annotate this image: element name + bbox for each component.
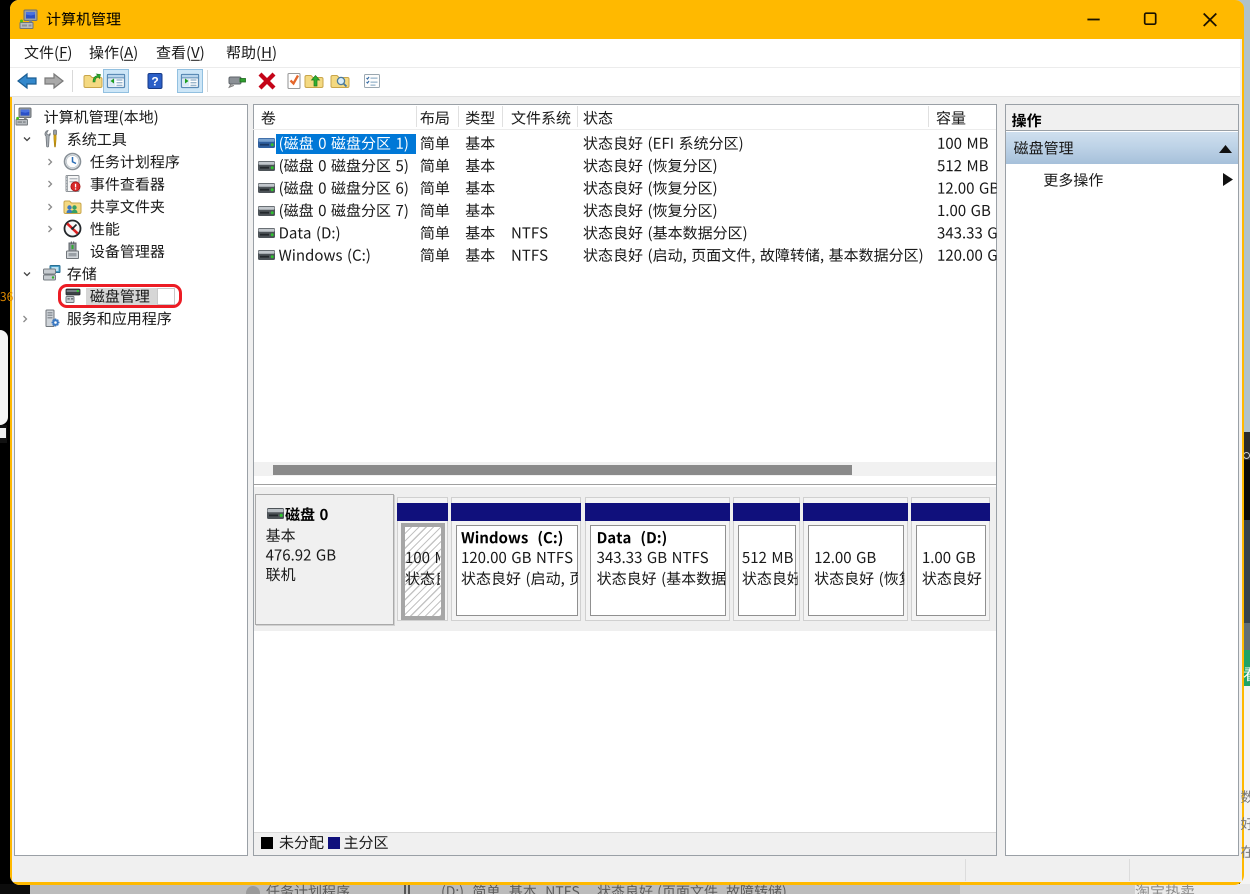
svg-text:?: ? <box>151 75 158 89</box>
